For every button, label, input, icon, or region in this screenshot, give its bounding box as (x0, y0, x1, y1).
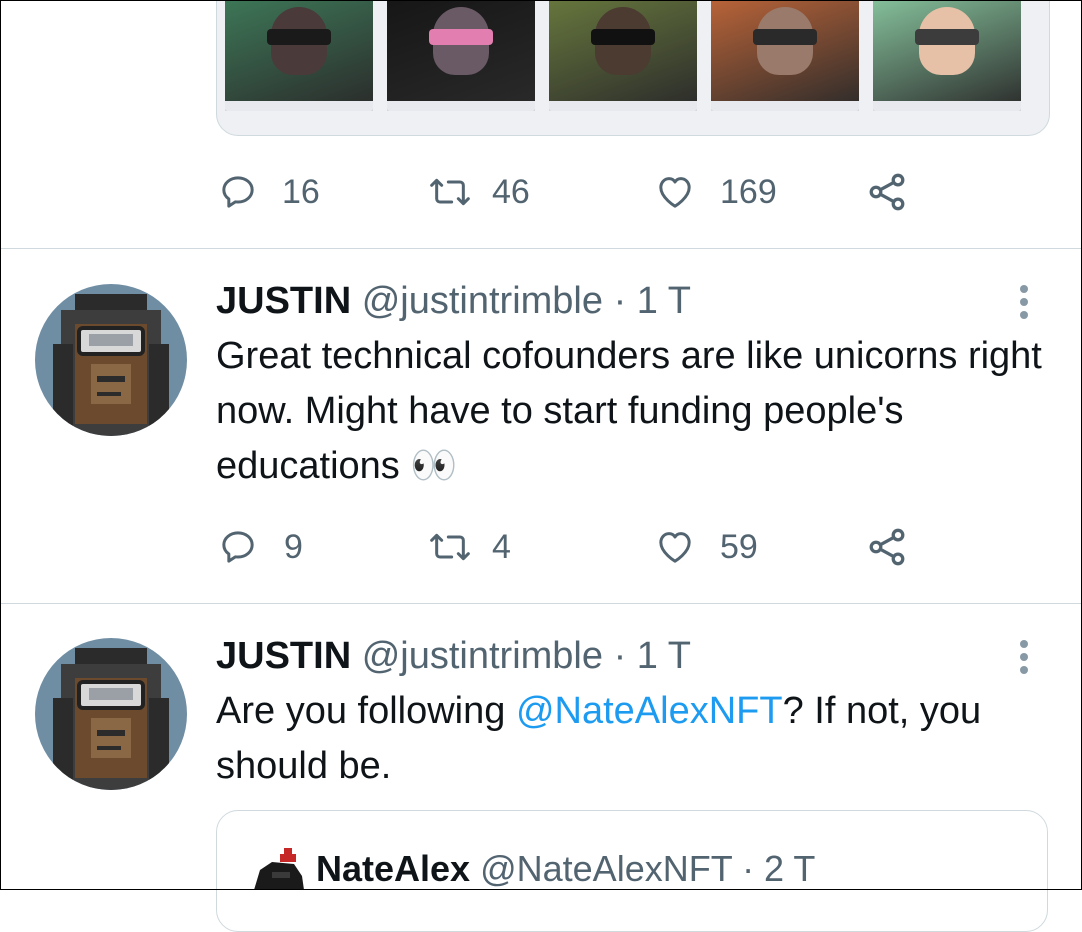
heart-icon (659, 177, 691, 208)
like-count: 59 (720, 527, 758, 566)
reply-button[interactable]: 9 (216, 527, 303, 567)
thumbnail-frame (225, 101, 373, 111)
mention-link[interactable]: @NateAlexNFT (516, 690, 783, 732)
action-bar: 16 46 169 (216, 172, 936, 212)
share-icon (869, 173, 905, 211)
tweet-header: JUSTIN @justintrimble · 1 T (216, 280, 691, 323)
quoted-avatar (250, 846, 306, 890)
portrait-visor (429, 29, 493, 45)
pixel-ape-avatar-icon (53, 294, 169, 436)
tweet-header: JUSTIN @justintrimble · 1 T (216, 635, 691, 678)
quoted-timestamp: · 2 T (742, 848, 816, 889)
reply-icon (222, 531, 254, 563)
reply-button[interactable]: 16 (216, 172, 320, 212)
more-vertical-icon (1016, 640, 1032, 674)
eyes-emoji: 👀 (410, 445, 458, 487)
tweet-text: Great technical cofounders are like unic… (216, 329, 1056, 494)
media-thumbnail[interactable] (711, 0, 859, 111)
display-name[interactable]: JUSTIN (216, 280, 351, 322)
reply-icon (222, 176, 254, 208)
retweet-count: 46 (492, 172, 530, 211)
like-button[interactable]: 169 (652, 172, 777, 212)
tweet-body-start: Are you following (216, 690, 516, 732)
pixel-ape-avatar-icon (53, 648, 169, 790)
quoted-display-name: NateAlex (316, 848, 471, 889)
share-button[interactable] (864, 527, 910, 567)
timestamp[interactable]: · 1 T (614, 635, 691, 677)
share-icon (869, 528, 905, 566)
retweet-button[interactable]: 46 (426, 172, 530, 212)
like-count: 169 (720, 172, 777, 211)
retweet-count: 4 (492, 527, 511, 566)
avatar[interactable] (35, 638, 187, 790)
portrait-visor (753, 29, 817, 45)
more-vertical-icon (1016, 285, 1032, 319)
display-name[interactable]: JUSTIN (216, 635, 351, 677)
avatar[interactable] (35, 284, 187, 436)
retweet-icon (430, 178, 470, 206)
portrait-visor (267, 29, 331, 45)
media-thumbnail[interactable] (387, 0, 535, 111)
tweet-text: Are you following @NateAlexNFT? If not, … (216, 684, 1056, 794)
portrait-visor (591, 29, 655, 45)
handle[interactable]: @justintrimble (362, 635, 603, 677)
reply-count: 16 (282, 172, 320, 211)
thumbnail-frame (387, 101, 535, 111)
retweet-button[interactable]: 4 (426, 527, 511, 567)
media-carousel[interactable] (216, 0, 1050, 136)
media-thumbnail[interactable] (549, 0, 697, 111)
quoted-tweet-header: NateAlex @NateAlexNFT · 2 T (316, 848, 815, 890)
more-options-button[interactable] (1016, 282, 1032, 320)
media-thumbnail[interactable] (873, 0, 1021, 111)
more-options-button[interactable] (1016, 637, 1032, 675)
divider (0, 603, 1082, 604)
thumbnail-frame (711, 101, 859, 111)
share-button[interactable] (864, 172, 910, 212)
divider (0, 248, 1082, 249)
reply-count: 9 (284, 527, 303, 566)
media-thumbnail[interactable] (225, 0, 373, 111)
action-bar: 9 4 59 (216, 527, 936, 567)
heart-icon (659, 532, 691, 563)
quoted-avatar-icon (254, 848, 304, 890)
timestamp[interactable]: · 1 T (614, 280, 691, 322)
handle[interactable]: @justintrimble (362, 280, 603, 322)
like-button[interactable]: 59 (652, 527, 758, 567)
thumbnail-frame (549, 101, 697, 111)
retweet-icon (430, 533, 470, 561)
quoted-handle: @NateAlexNFT (480, 848, 733, 889)
thumbnail-frame (873, 101, 1021, 111)
portrait-visor (915, 29, 979, 45)
tweet-body: Great technical cofounders are like unic… (216, 335, 1042, 487)
